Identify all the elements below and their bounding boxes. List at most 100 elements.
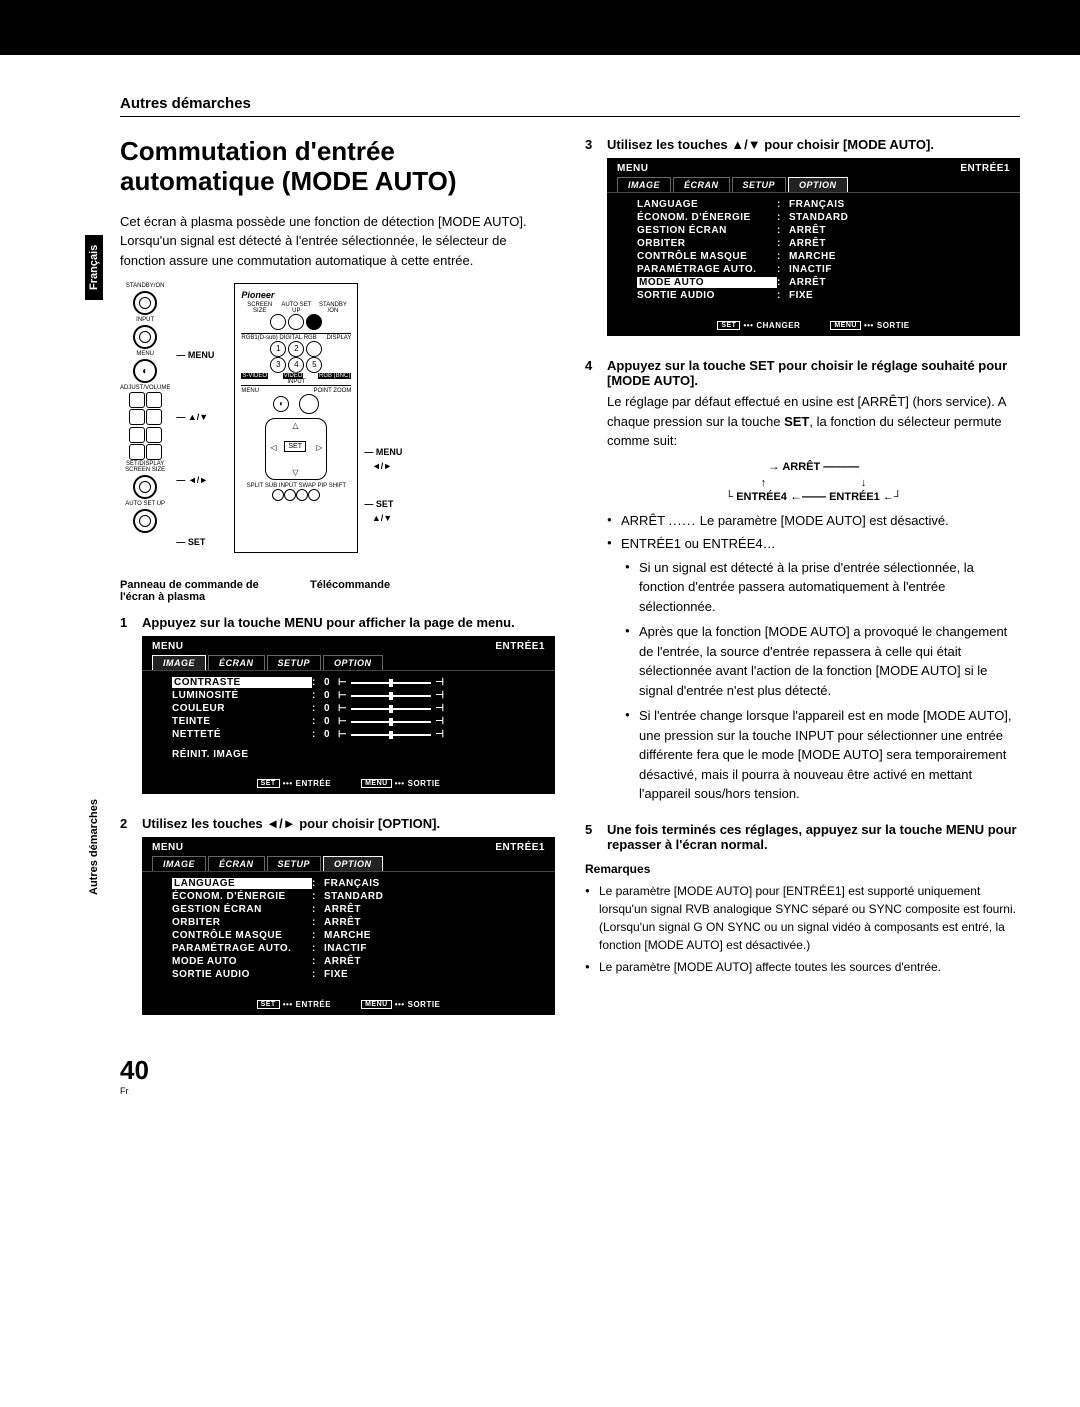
top-black-bar	[0, 0, 1080, 55]
osd-row-label: CONTRÔLE MASQUE	[637, 251, 777, 262]
remote-autosetup-label: AUTO SET UP	[278, 302, 315, 314]
osd-input-indicator: ENTRÉE1	[495, 842, 545, 853]
osd-row: PARAMÉTRAGE AUTO.:INACTIF	[172, 942, 525, 955]
cycle-diagram: → ARRÊT ——— ↑ ↓ └ ENTRÉE4 ←—— ENTRÉE1 ←┘	[694, 459, 934, 503]
page-number-lang: Fr	[120, 1086, 1020, 1096]
osd-row-value: STANDARD	[789, 212, 990, 223]
remote-caption: Télécommande	[310, 579, 390, 603]
step-number: 5	[585, 822, 599, 852]
osd-footer-menu: MENU ••• SORTIE	[361, 779, 440, 788]
arret-definition: ARRÊT ...... Le paramètre [MODE AUTO] es…	[607, 511, 1020, 531]
remote-brand: Pioneer	[241, 290, 351, 300]
section-header: Autres démarches	[120, 95, 1020, 117]
screensize-knob-icon	[133, 475, 157, 499]
remote-num-icon: 5	[306, 357, 322, 373]
osd-row-value: 0 ⊢⊣	[324, 690, 525, 701]
adjust-buttons-icon	[129, 426, 162, 461]
osd-title: MENU	[617, 163, 648, 174]
step-4-body: Le réglage par défaut effectué en usine …	[607, 392, 1020, 451]
osd-row-value: MARCHE	[324, 930, 525, 941]
left-column: Commutation d'entrée automatique (MODE A…	[120, 137, 555, 1025]
osd-colon: :	[777, 251, 789, 262]
remote-mini-btn-icon	[284, 489, 296, 501]
osd-footer-set: SET ••• ENTRÉE	[257, 1000, 331, 1009]
osd-colon: :	[312, 878, 324, 889]
right-column: 3 Utilisez les touches ▲/▼ pour choisir …	[585, 137, 1020, 1025]
step-4-bullets: ARRÊT ...... Le paramètre [MODE AUTO] es…	[607, 511, 1020, 804]
osd-row-label: MODE AUTO	[637, 277, 777, 288]
step-1-title: Appuyez sur la touche MENU pour afficher…	[142, 615, 555, 630]
remote-btn-icon	[270, 314, 286, 330]
osd-row-value: 0 ⊢⊣	[324, 703, 525, 714]
osd-row: SORTIE AUDIO:FIXE	[637, 289, 990, 302]
osd-colon: :	[312, 891, 324, 902]
remote-btn-icon	[306, 341, 322, 357]
osd-row: MODE AUTO:ARRÊT	[172, 955, 525, 968]
osd-row-value: ARRÊT	[324, 956, 525, 967]
osd-row: SORTIE AUDIO:FIXE	[172, 968, 525, 981]
osd-colon: :	[312, 729, 324, 740]
remote-num-icon: 1	[270, 341, 286, 357]
osd-row-label: ÉCONOM. D'ÉNERGIE	[637, 212, 777, 223]
osd-tab-option: OPTION	[788, 177, 848, 192]
sub-bullet-item: Si un signal est détecté à la prise d'en…	[621, 558, 1020, 617]
remote-num-icon: 2	[288, 341, 304, 357]
input-knob-icon	[133, 325, 157, 349]
osd-row-label: COULEUR	[172, 703, 312, 714]
osd-reinit-image: RÉINIT. IMAGE	[172, 749, 525, 760]
osd-tab-ecran: ÉCRAN	[673, 177, 730, 192]
osd-image-screen: MENU ENTRÉE1 IMAGE ÉCRAN SETUP OPTION CO…	[142, 636, 555, 794]
panel-menu-label: MENU	[136, 351, 154, 357]
osd-colon: :	[777, 290, 789, 301]
osd-colon: :	[777, 277, 789, 288]
osd-row-value: 0 ⊢⊣	[324, 677, 525, 688]
osd-row-label: LANGUAGE	[172, 878, 312, 889]
step-4-title: Appuyez sur la touche SET pour choisir l…	[607, 358, 1020, 388]
step-2: 2 Utilisez les touches ◄/► pour choisir …	[120, 816, 555, 1025]
intro-paragraph: Cet écran à plasma possède une fonction …	[120, 212, 555, 271]
side-tab-section: Autres démarches	[88, 799, 100, 895]
step-number: 3	[585, 137, 599, 346]
osd-colon: :	[777, 212, 789, 223]
osd-footer-set: SET ••• ENTRÉE	[257, 779, 331, 788]
osd-colon: :	[312, 930, 324, 941]
step-1: 1 Appuyez sur la touche MENU pour affich…	[120, 615, 555, 804]
page-title: Commutation d'entrée automatique (MODE A…	[120, 137, 555, 197]
osd-row: ÉCONOM. D'ÉNERGIE:STANDARD	[172, 890, 525, 903]
panel-standby-label: STANDBY/ON	[126, 283, 165, 289]
osd-row-label: PARAMÉTRAGE AUTO.	[172, 943, 312, 954]
osd-input-indicator: ENTRÉE1	[960, 163, 1010, 174]
sub-bullet-item: Si l'entrée change lorsque l'appareil es…	[621, 706, 1020, 804]
autosetup-knob-icon	[133, 509, 157, 533]
osd-footer-set: SET ••• CHANGER	[717, 321, 800, 330]
osd-row-value: FRANÇAIS	[789, 199, 990, 210]
volume-buttons-icon	[129, 391, 162, 426]
osd-row: COULEUR:0 ⊢⊣	[172, 702, 525, 715]
diagram-captions: Panneau de commande de l'écran à plasma …	[120, 579, 555, 603]
osd-row-value: STANDARD	[324, 891, 525, 902]
remote-standby-label: STANDBY /ON	[315, 302, 352, 314]
osd-row: GESTION ÉCRAN:ARRÊT	[172, 903, 525, 916]
osd-row: ORBITER:ARRÊT	[172, 916, 525, 929]
osd-row-value: FIXE	[789, 290, 990, 301]
remote-mini-btn-icon	[296, 489, 308, 501]
osd-colon: :	[777, 264, 789, 275]
osd-row: NETTETÉ:0 ⊢⊣	[172, 728, 525, 741]
osd-row: CONTRÔLE MASQUE:MARCHE	[637, 250, 990, 263]
osd-row-label: GESTION ÉCRAN	[172, 904, 312, 915]
osd-colon: :	[777, 225, 789, 236]
remote-menu-label: MENU	[241, 388, 259, 394]
osd-row: GESTION ÉCRAN:ARRÊT	[637, 224, 990, 237]
osd-footer-menu: MENU ••• SORTIE	[830, 321, 909, 330]
osd-row-label: CONTRASTE	[172, 677, 312, 688]
osd-colon: :	[312, 943, 324, 954]
page-number: 40	[120, 1055, 1020, 1086]
osd-row-value: ARRÊT	[789, 238, 990, 249]
osd-row-label: GESTION ÉCRAN	[637, 225, 777, 236]
side-tab-language: Français	[85, 235, 103, 300]
menu-knob-icon: ◐	[133, 359, 157, 383]
remarque-item: Le paramètre [MODE AUTO] pour [ENTRÉE1] …	[585, 882, 1020, 954]
osd-colon: :	[312, 917, 324, 928]
panel-updown-callout: — ▲/▼	[176, 412, 214, 422]
remote-svideo-label: S-VIDEO	[241, 373, 268, 379]
